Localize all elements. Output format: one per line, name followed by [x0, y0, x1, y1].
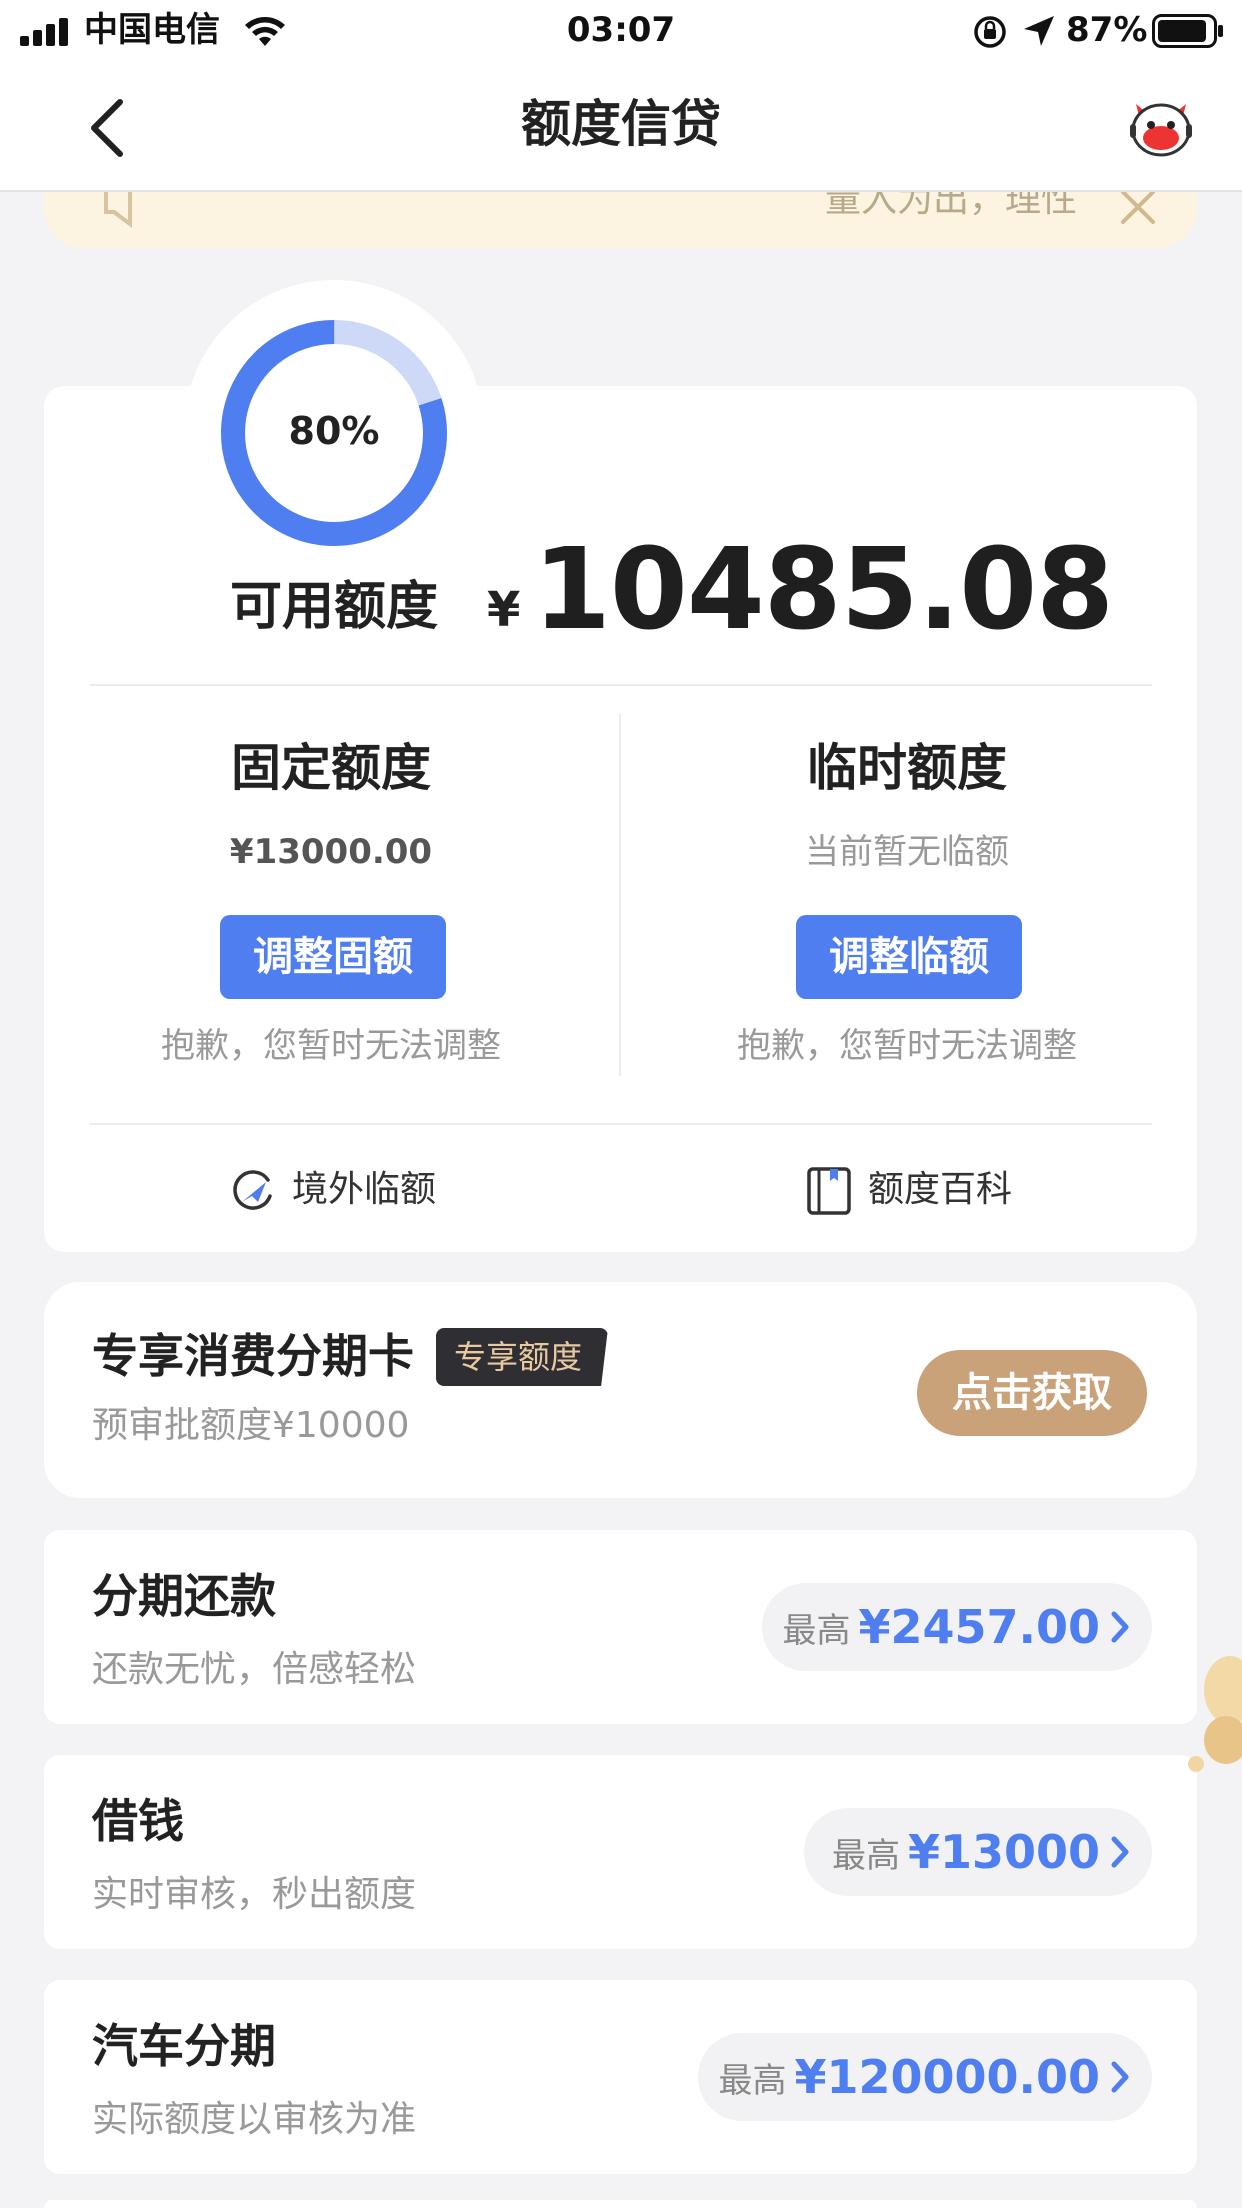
ring-percent-label: 80% [288, 409, 380, 453]
product-subtitle: 还款无忧，倍感轻松 [92, 1649, 417, 1690]
product-subtitle: 实际额度以审核为准 [92, 2099, 417, 2140]
book-icon [806, 1166, 852, 1216]
max-prefix: 最高 [782, 1610, 851, 1651]
exclusive-card-subtitle: 预审批额度¥10000 [92, 1405, 410, 1446]
page-title: 额度信贷 [521, 95, 721, 153]
currency-symbol: ¥ [487, 582, 521, 638]
location-arrow-icon [1022, 14, 1056, 48]
available-label: 可用额度 [230, 577, 439, 637]
plane-icon [228, 1168, 276, 1216]
status-bar: 中国电信 03:07 87% [0, 0, 1242, 64]
exclusive-card-title: 专享消费分期卡 [92, 1329, 414, 1383]
max-amount-pill[interactable]: 最高 ¥2457.00 [762, 1583, 1152, 1671]
max-prefix: 最高 [831, 1835, 900, 1876]
product-title: 分期还款 [92, 1569, 276, 1623]
temp-quota-value: 当前暂无临额 [805, 832, 1009, 872]
max-amount: ¥13000 [907, 1825, 1100, 1879]
temp-quota-note: 抱歉，您暂时无法调整 [737, 1026, 1077, 1066]
column-divider [619, 714, 621, 1076]
mascot-icon[interactable] [1126, 94, 1196, 160]
overseas-temp-link[interactable]: 境外临额 [228, 1162, 468, 1218]
fixed-quota-title: 固定额度 [231, 739, 431, 797]
fixed-quota-note: 抱歉，您暂时无法调整 [161, 1026, 501, 1066]
fixed-quota-value: ¥13000.00 [229, 832, 433, 872]
get-exclusive-button[interactable]: 点击获取 [917, 1350, 1147, 1436]
quota-wiki-label: 额度百科 [868, 1169, 1013, 1210]
close-icon[interactable] [1119, 192, 1159, 226]
exclusive-badge: 专享额度 [436, 1328, 609, 1386]
max-prefix: 最高 [718, 2060, 787, 2101]
usage-ring: 80% [219, 318, 449, 548]
max-amount-pill[interactable]: 最高 ¥120000.00 [698, 2033, 1152, 2121]
max-amount: ¥120000.00 [794, 2050, 1100, 2104]
quota-wiki-link[interactable]: 额度百科 [806, 1162, 1046, 1218]
divider [90, 1123, 1152, 1125]
available-amount: 10485.08 [533, 525, 1114, 655]
adjust-fixed-button[interactable]: 调整固额 [220, 915, 446, 999]
battery-icon [1152, 14, 1224, 48]
chevron-right-icon [1110, 1610, 1130, 1644]
adjust-temp-button[interactable]: 调整临额 [796, 915, 1022, 999]
rotation-lock-icon [972, 14, 1008, 50]
coins-float-icon[interactable] [1186, 1650, 1242, 1780]
product-title: 汽车分期 [92, 2019, 276, 2073]
notice-banner: 量入为出，理性 [44, 192, 1197, 248]
overseas-temp-label: 境外临额 [292, 1169, 437, 1210]
next-card-edge [44, 2200, 1197, 2208]
nav-bar: 额度信贷 [0, 64, 1242, 192]
speaker-icon [100, 192, 150, 228]
max-amount-pill[interactable]: 最高 ¥13000 [804, 1808, 1152, 1896]
divider [90, 684, 1152, 686]
product-title: 借钱 [92, 1794, 184, 1848]
temp-quota-title: 临时额度 [807, 739, 1007, 797]
notice-text: 量入为出，理性 [824, 192, 1077, 220]
product-subtitle: 实时审核，秒出额度 [92, 1874, 417, 1915]
battery-percent: 87% [1066, 10, 1148, 50]
chevron-right-icon [1110, 1835, 1130, 1869]
chevron-right-icon [1110, 2060, 1130, 2094]
max-amount: ¥2457.00 [858, 1600, 1100, 1654]
